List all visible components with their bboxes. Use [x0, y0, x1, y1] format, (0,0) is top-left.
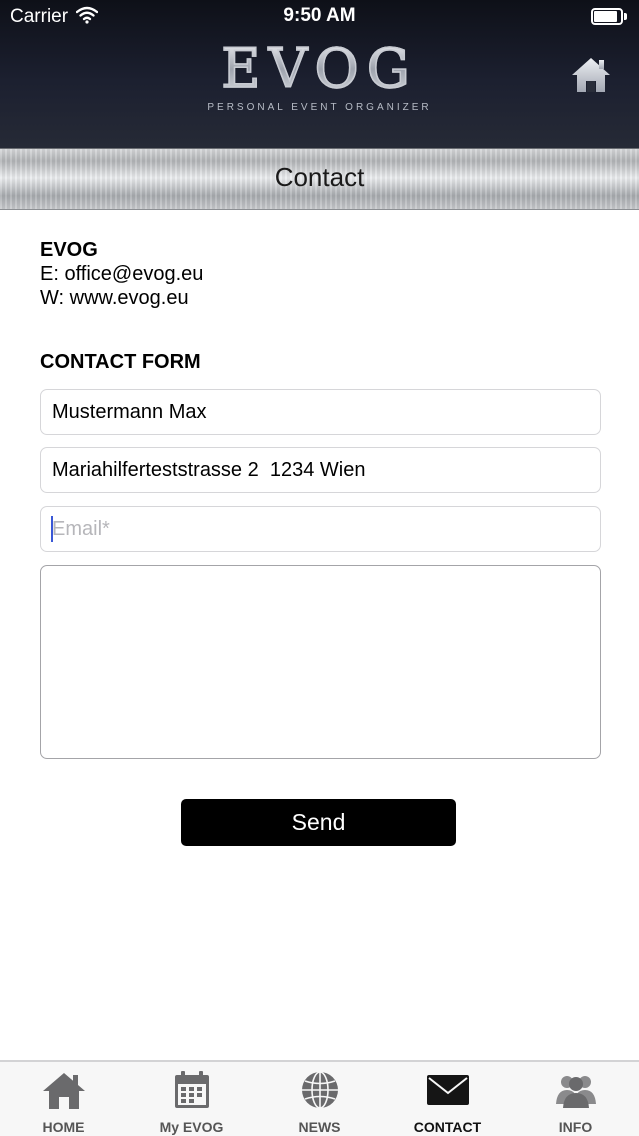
logo-tagline: PERSONAL EVENT ORGANIZER — [207, 102, 432, 113]
company-website[interactable]: W: www.evog.eu — [40, 286, 601, 310]
tab-info[interactable]: INFO — [512, 1062, 639, 1136]
header-home-button[interactable] — [570, 55, 612, 95]
name-field[interactable] — [40, 389, 601, 435]
globe-icon — [302, 1071, 338, 1109]
email-field[interactable] — [40, 506, 601, 552]
home-icon — [43, 1073, 85, 1109]
contact-info: EVOG E: office@evog.eu W: www.evog.eu CO… — [40, 238, 601, 374]
envelope-icon — [427, 1075, 469, 1105]
company-email[interactable]: E: office@evog.eu — [40, 262, 601, 286]
calendar-icon — [175, 1071, 209, 1108]
tab-label-home: HOME — [42, 1119, 85, 1135]
page-title: Contact — [274, 162, 365, 192]
send-button[interactable]: Send — [181, 799, 456, 846]
text-cursor — [51, 516, 53, 542]
evog-logo: EVOG PERSONAL EVENT ORGANIZER — [0, 39, 639, 113]
tab-my-evog[interactable]: My EVOG — [128, 1062, 255, 1136]
tab-news[interactable]: NEWS — [256, 1062, 383, 1136]
tab-label-info: INFO — [558, 1119, 593, 1135]
home-icon — [572, 58, 610, 92]
app-header: Carrier 9:50 AM EVOG PERSONAL EVENT ORGA… — [0, 0, 639, 148]
tab-label-my-evog: My EVOG — [159, 1119, 224, 1135]
status-bar: Carrier 9:50 AM — [0, 0, 639, 32]
tab-contact[interactable]: CONTACT — [384, 1062, 511, 1136]
tab-label-news: NEWS — [298, 1119, 341, 1135]
people-icon — [556, 1076, 596, 1108]
title-bar: Contact — [0, 148, 639, 210]
message-field[interactable] — [40, 565, 601, 759]
battery-icon — [591, 8, 627, 25]
company-name: EVOG — [40, 239, 98, 261]
address-field[interactable] — [40, 447, 601, 493]
contact-form-heading: CONTACT FORM — [40, 351, 201, 373]
tab-home[interactable]: HOME — [0, 1062, 127, 1136]
status-time: 9:50 AM — [283, 5, 356, 26]
logo-wordmark: EVOG — [0, 39, 639, 99]
tab-label-contact: CONTACT — [413, 1119, 482, 1135]
tab-bar: HOME My EVOG NEWS CONTACT INFO — [0, 1060, 639, 1136]
